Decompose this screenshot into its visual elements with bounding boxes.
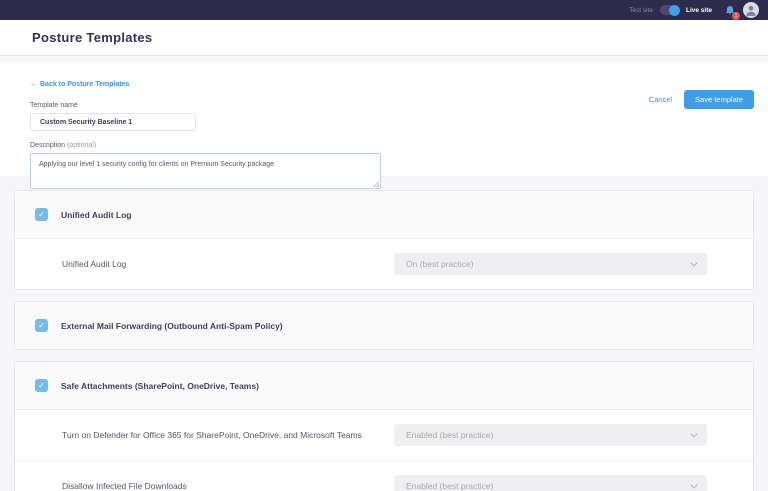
section-checkbox[interactable]: ✓	[35, 319, 48, 332]
section-checkbox[interactable]: ✓	[35, 208, 48, 221]
section-unified-audit-log: ✓ Unified Audit Log Unified Audit Log On…	[14, 190, 754, 290]
live-site-label: Live site	[686, 7, 712, 14]
section-header: ✓ Safe Attachments (SharePoint, OneDrive…	[15, 362, 753, 409]
person-icon	[744, 3, 758, 17]
test-site-label: Test site	[629, 7, 653, 14]
setting-row-disallow-infected-downloads: Disallow Infected File Downloads Enabled…	[15, 460, 753, 491]
description-value: Applying our level 1 security config for…	[39, 161, 274, 168]
app-window: Test site Live site 1 Posture Templates	[0, 0, 768, 491]
section-title: External Mail Forwarding (Outbound Anti-…	[61, 321, 283, 331]
chevron-down-icon	[690, 430, 697, 437]
setting-label: Unified Audit Log	[62, 259, 138, 269]
cancel-button[interactable]: Cancel	[649, 95, 672, 104]
save-template-button[interactable]: Save template	[684, 90, 754, 109]
section-header: ✓ External Mail Forwarding (Outbound Ant…	[15, 302, 753, 349]
back-to-posture-templates-link[interactable]: ← Back to Posture Templates	[30, 81, 129, 88]
section-header: ✓ Unified Audit Log	[15, 191, 753, 238]
template-form-card: ← Back to Posture Templates Cancel Save …	[0, 62, 768, 176]
notifications-button[interactable]: 1	[724, 4, 736, 17]
section-title: Unified Audit Log	[61, 210, 132, 220]
section-checkbox[interactable]: ✓	[35, 379, 48, 392]
description-label: Description (optional)	[30, 142, 754, 149]
top-navbar: Test site Live site 1	[0, 0, 768, 20]
template-name-label: Template name	[30, 102, 754, 109]
back-arrow-icon: ←	[30, 81, 37, 88]
page-title: Posture Templates	[32, 30, 152, 45]
form-actions: Cancel Save template	[649, 90, 754, 109]
section-title: Safe Attachments (SharePoint, OneDrive, …	[61, 381, 259, 391]
chevron-down-icon	[690, 481, 697, 488]
setting-label: Turn on Defender for Office 365 for Shar…	[62, 430, 374, 440]
dropdown-value: Enabled (best practice)	[406, 430, 493, 440]
setting-row-unified-audit-log: Unified Audit Log On (best practice)	[15, 238, 753, 289]
page-header: Posture Templates	[0, 20, 768, 56]
dropdown-value: Enabled (best practice)	[406, 481, 493, 491]
setting-dropdown[interactable]: Enabled (best practice)	[394, 475, 707, 491]
setting-dropdown[interactable]: On (best practice)	[394, 253, 707, 275]
description-optional-hint: (optional)	[67, 142, 96, 149]
section-safe-attachments: ✓ Safe Attachments (SharePoint, OneDrive…	[14, 361, 754, 491]
posture-sections: ✓ Unified Audit Log Unified Audit Log On…	[14, 190, 754, 491]
site-toggle[interactable]	[660, 5, 679, 15]
notification-badge: 1	[732, 12, 740, 20]
user-avatar[interactable]	[743, 2, 759, 18]
section-external-mail-forwarding: ✓ External Mail Forwarding (Outbound Ant…	[14, 301, 754, 350]
back-link-label: Back to Posture Templates	[40, 81, 129, 88]
description-textarea[interactable]: Applying our level 1 security config for…	[30, 153, 381, 189]
template-name-input[interactable]: Custom Security Baseline 1	[30, 113, 196, 131]
setting-row-defender-office365: Turn on Defender for Office 365 for Shar…	[15, 409, 753, 460]
textarea-resize-handle[interactable]	[373, 181, 379, 187]
dropdown-value: On (best practice)	[406, 259, 474, 269]
chevron-down-icon	[690, 259, 697, 266]
template-name-value: Custom Security Baseline 1	[40, 119, 132, 126]
site-toggle-knob	[669, 5, 680, 16]
setting-dropdown[interactable]: Enabled (best practice)	[394, 424, 707, 446]
setting-label: Disallow Infected File Downloads	[62, 481, 199, 491]
